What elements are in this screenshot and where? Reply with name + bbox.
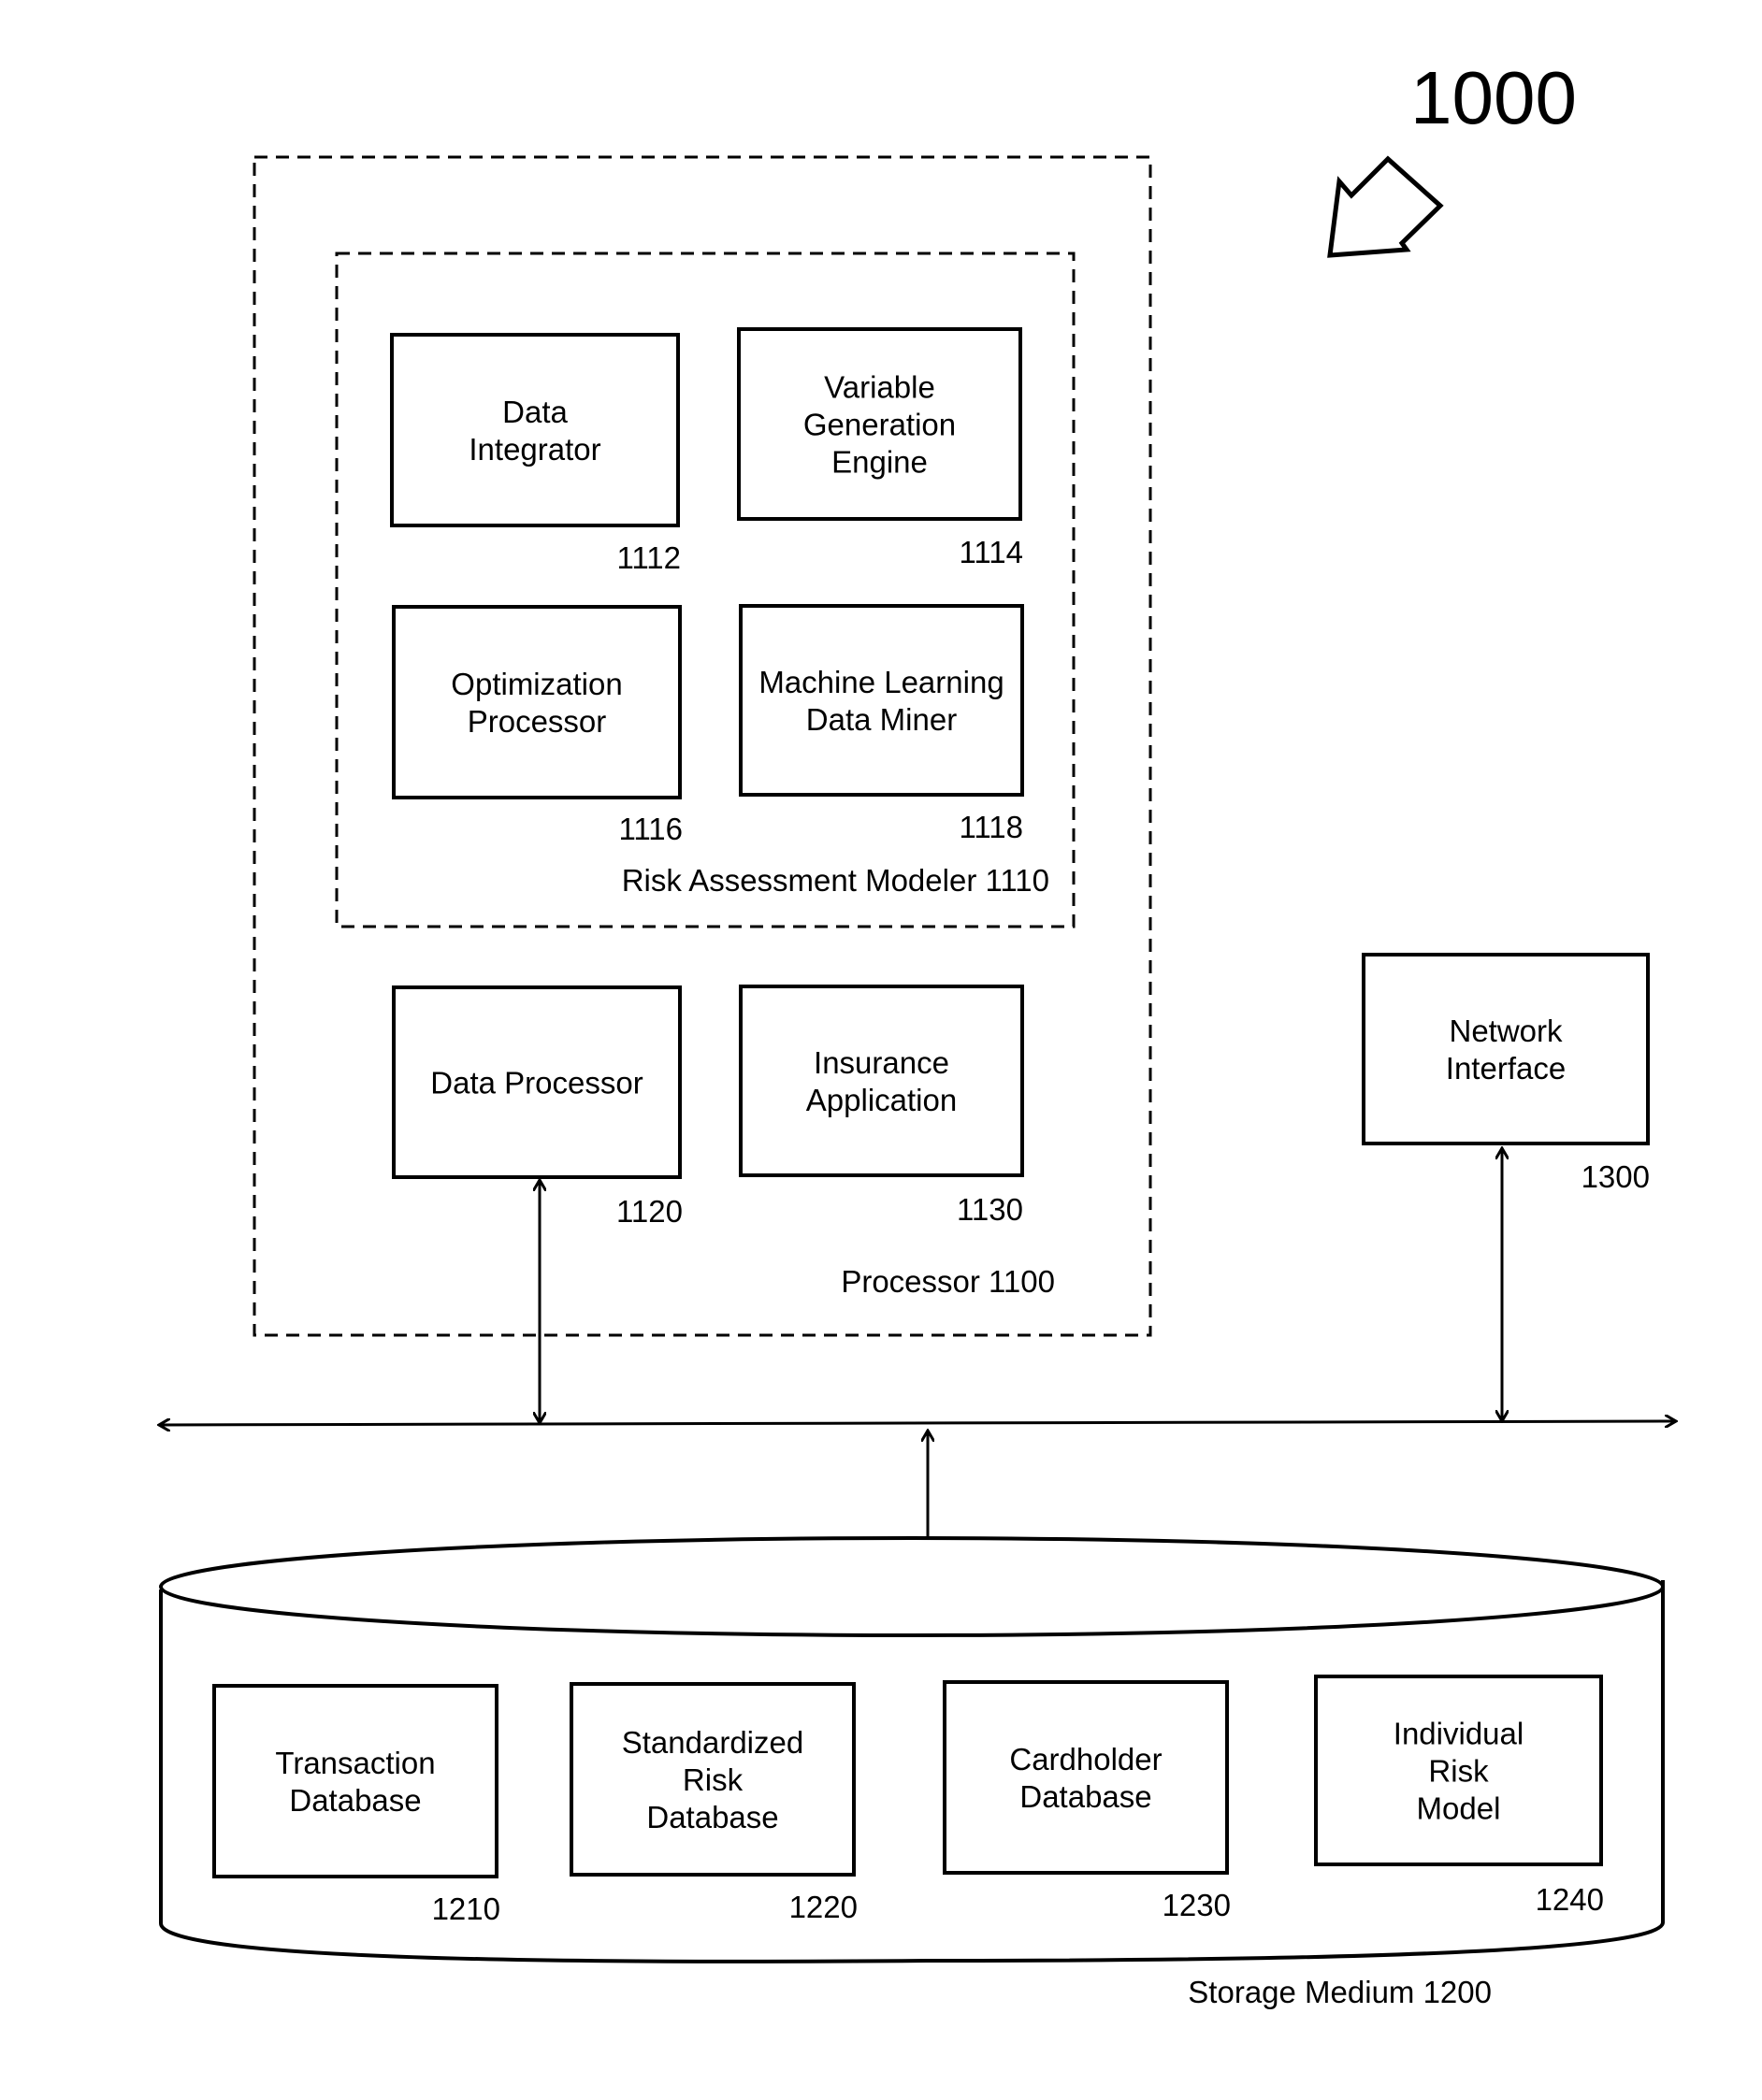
individual-risk-model-label: Individual — [1394, 1717, 1524, 1751]
machine-learning-data-miner-box — [739, 604, 1024, 797]
optimization-processor-label: Optimization — [451, 667, 622, 701]
network-interface-label: Network — [1449, 1014, 1563, 1048]
network-interface-box — [1362, 953, 1650, 1145]
cardholder-database-label: Cardholder — [1009, 1742, 1162, 1776]
data-processor-ref-number: 1120 — [616, 1194, 683, 1229]
variable-generation-engine: VariableGenerationEngine 1114 — [737, 327, 1023, 569]
data-processor-label: Data Processor — [430, 1066, 643, 1100]
insurance-application-label: Insurance — [814, 1045, 949, 1080]
cardholder-database-ref-number: 1230 — [1163, 1888, 1231, 1922]
cardholder-database-box — [943, 1680, 1229, 1875]
network-interface-ref-number: 1300 — [1581, 1159, 1650, 1194]
data-integrator-label: Data — [502, 395, 568, 429]
transaction-database-box — [212, 1684, 498, 1878]
optimization-processor-ref-number: 1116 — [618, 812, 683, 846]
system-bus — [159, 1421, 1676, 1425]
standardized-risk-database-label: Risk — [683, 1762, 744, 1797]
individual-risk-model-ref-number: 1240 — [1536, 1882, 1604, 1917]
figure-number: 1000 — [1410, 56, 1577, 139]
individual-risk-model-label: Risk — [1428, 1754, 1489, 1789]
processor-label: Processor 1100 — [841, 1264, 1055, 1299]
machine-learning-data-miner-label: Machine Learning — [758, 665, 1004, 699]
data-integrator-box — [390, 333, 680, 527]
storage-label: Storage Medium 1200 — [1188, 1975, 1492, 2009]
insurance-application-box — [739, 985, 1024, 1177]
transaction-database-label: Database — [289, 1783, 421, 1818]
optimization-processor-label: Processor — [468, 704, 607, 739]
figure-pointer-arrow-icon — [1327, 155, 1444, 258]
data-integrator: DataIntegrator 1112 — [390, 333, 681, 575]
variable-generation-engine-ref-number: 1114 — [959, 535, 1023, 569]
modeler-label: Risk Assessment Modeler 1110 — [622, 863, 1049, 898]
insurance-application-label: Application — [806, 1083, 957, 1117]
insurance-application-ref-number: 1130 — [957, 1192, 1023, 1227]
network-interface-label: Interface — [1446, 1051, 1566, 1086]
insurance-application: InsuranceApplication 1130 — [739, 985, 1024, 1227]
data-integrator-label: Integrator — [469, 432, 600, 467]
individual-risk-model-label: Model — [1417, 1791, 1501, 1826]
transaction-database-ref-number: 1210 — [432, 1891, 500, 1926]
system-diagram: 1000 DataIntegrator 1112 VariableGeneratio… — [0, 56, 1762, 2009]
standardized-risk-database-ref-number: 1220 — [789, 1890, 858, 1924]
standardized-risk-database-label: Database — [646, 1800, 778, 1834]
variable-generation-engine-label: Generation — [803, 408, 956, 442]
cardholder-database-label: Database — [1019, 1779, 1151, 1814]
machine-learning-data-miner-ref-number: 1118 — [959, 810, 1023, 844]
data-integrator-ref-number: 1112 — [616, 540, 681, 575]
network-interface: NetworkInterface 1300 — [1362, 953, 1650, 1194]
optimization-processor: OptimizationProcessor 1116 — [392, 605, 683, 846]
variable-generation-engine-label: Variable — [824, 370, 935, 405]
optimization-processor-box — [392, 605, 682, 799]
machine-learning-data-miner: Machine LearningData Miner 1118 — [739, 604, 1024, 844]
transaction-database-label: Transaction — [275, 1746, 435, 1780]
standardized-risk-database-label: Standardized — [622, 1725, 803, 1760]
variable-generation-engine-label: Engine — [831, 445, 928, 480]
machine-learning-data-miner-label: Data Miner — [806, 702, 957, 737]
